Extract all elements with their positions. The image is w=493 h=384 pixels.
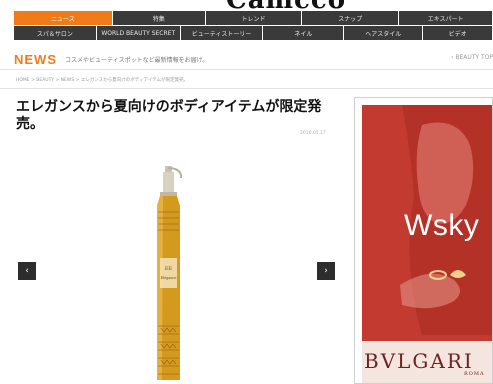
beauty-top-link[interactable]: ‹ BEAUTY TOP [451, 54, 493, 61]
ad-image: Wsky BVLGARI ROMA [362, 105, 492, 383]
main-nav-row-2: スパ＆サロン WORLD BEAUTY SECRET ビューティストーリー ネイ… [14, 26, 493, 40]
nav-item-world-beauty-secret[interactable]: WORLD BEAUTY SECRET [96, 26, 180, 40]
nav-item-nail[interactable]: ネイル [263, 26, 344, 40]
nav-item-trend[interactable]: トレンド [205, 11, 302, 25]
site-logo-text: Camcco [226, 0, 346, 10]
divider [0, 88, 493, 89]
divider [0, 69, 493, 70]
sidebar-advertisement[interactable]: Wsky BVLGARI ROMA [354, 97, 493, 384]
pump-neck [163, 172, 174, 192]
nav-item-feature[interactable]: 特集 [112, 11, 205, 25]
ad-watermark-text: Wsky [404, 209, 480, 242]
gallery-next-button[interactable]: › [317, 262, 335, 280]
bottle-label-text: Elégance [161, 276, 177, 280]
nav-item-snap[interactable]: スナップ [302, 11, 399, 25]
section-header: NEWS コスメやビューティスポットなど最新情報をお届け。 ‹ BEAUTY T… [14, 48, 493, 70]
nav-item-spa-salon[interactable]: スパ＆サロン [14, 26, 96, 40]
bottle-label [160, 258, 177, 288]
bottle-collar [160, 192, 177, 196]
nav-item-video[interactable]: ビデオ [423, 26, 492, 40]
chevron-right-icon: › [324, 266, 328, 276]
article-headline: エレガンスから夏向けのボディアイテムが限定発売。 [16, 99, 322, 132]
nav-item-beauty-story[interactable]: ビューティストーリー [180, 26, 263, 40]
ad-brand-sub: ROMA [464, 371, 485, 377]
site-logo[interactable]: Camcco [0, 0, 493, 10]
main-nav-row-1: ニュース 特集 トレンド スナップ エキスパート [14, 11, 493, 25]
bottle-monogram: EE [165, 266, 173, 272]
nav-item-news[interactable]: ニュース [14, 11, 112, 25]
chevron-left-icon: ‹ [25, 266, 29, 276]
nav-item-expert[interactable]: エキスパート [399, 11, 492, 25]
ad-brand-name: BVLGARI [364, 349, 474, 373]
breadcrumb[interactable]: HOME > BEAUTY > NEWS > エレガンスから夏向けのボディアイテ… [16, 77, 188, 83]
section-title: NEWS [14, 51, 57, 67]
product-bottle-image: EE Elégance [157, 166, 182, 380]
nav-item-hairstyle[interactable]: ヘアスタイル [344, 26, 423, 40]
article-date: 2016.05.17 [300, 131, 326, 136]
gallery-prev-button[interactable]: ‹ [18, 262, 36, 280]
ad-photo [362, 105, 492, 383]
section-description: コスメやビューティスポットなど最新情報をお届け。 [65, 56, 209, 64]
